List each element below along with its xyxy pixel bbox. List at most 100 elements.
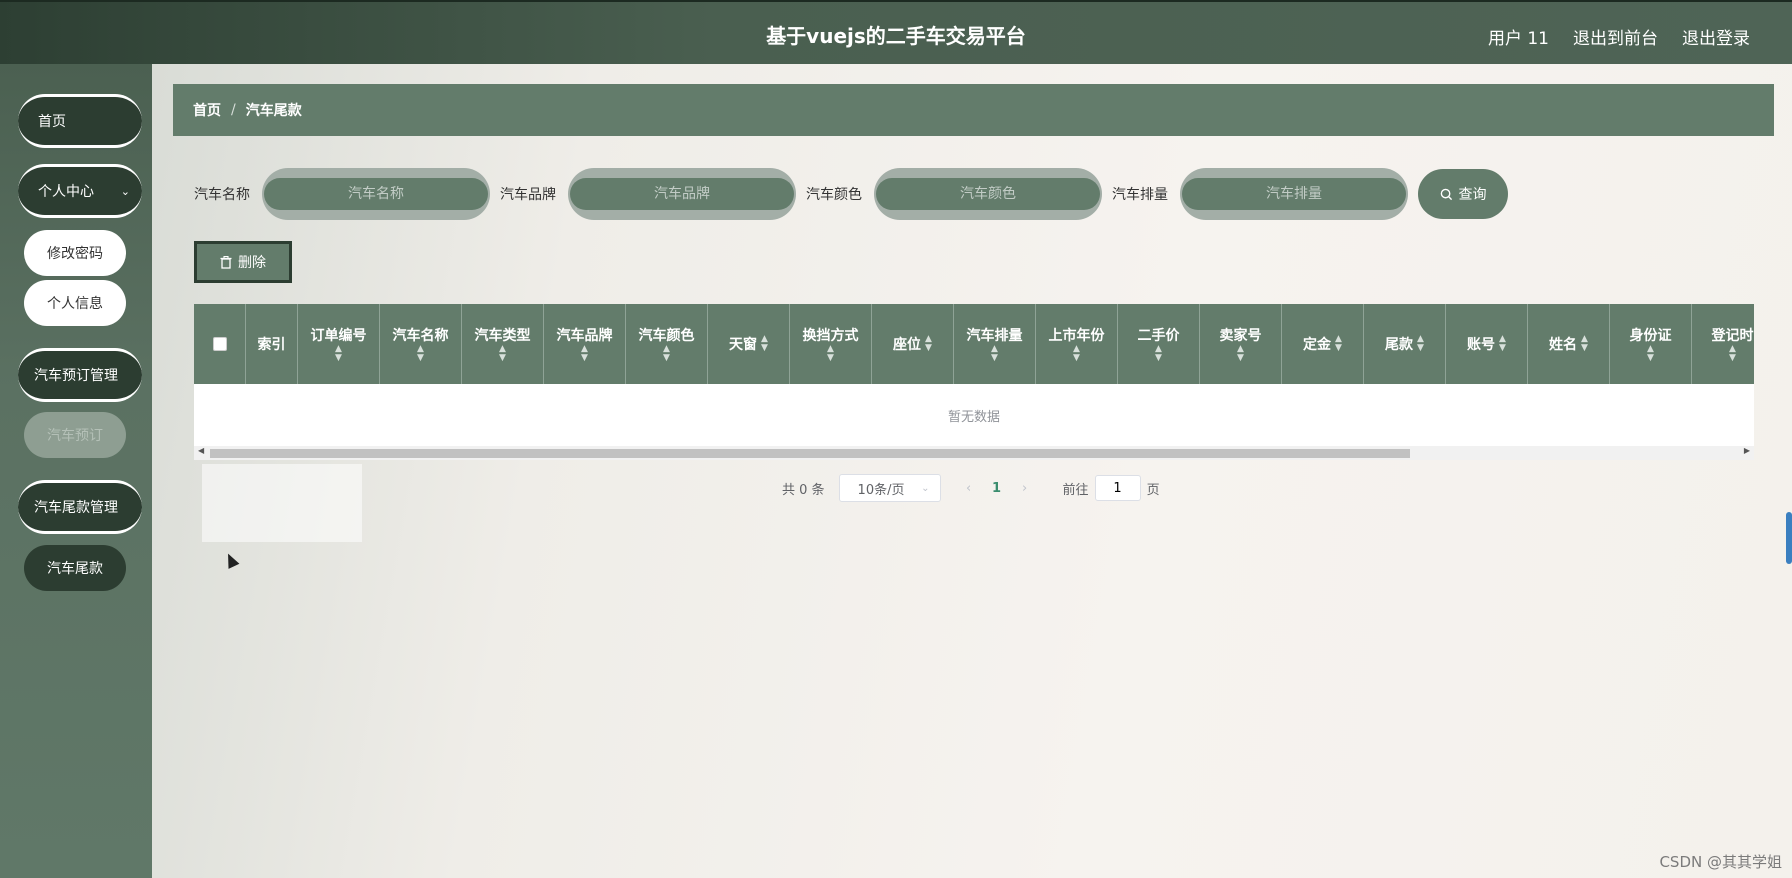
sidebar-item-label: 修改密码 [47,246,103,262]
column-header-label: 上市年份 [1048,328,1105,344]
column-header-label: 账号 [1467,337,1496,353]
exit-to-frontend-link[interactable]: 退出到前台 [1573,24,1658,49]
select-all-checkbox[interactable] [212,337,227,351]
col-final-payment[interactable]: 尾款 ▲ ▼ [1364,304,1446,384]
table-body: 暂无数据 [194,384,1754,446]
sidebar-item-personal[interactable]: 个人中心 ⌄ [18,164,142,218]
col-name[interactable]: 姓名 ▲ ▼ [1528,304,1610,384]
breadcrumb-separator: / [231,102,236,118]
col-car-type[interactable]: 汽车类型 ▲ ▼ [462,304,544,384]
col-transmission[interactable]: 换挡方式 ▲ ▼ [790,304,872,384]
background-decoration [202,464,362,542]
sidebar-item-label: 个人信息 [47,296,103,312]
column-header-label: 天窗 [729,337,758,353]
sidebar-item-booking-mgmt[interactable]: 汽车预订管理 [18,348,142,402]
sidebar-item-booking[interactable]: 汽车预订 [24,412,126,458]
top-header: 基于vuejs的二手车交易平台 用户 11 退出到前台 退出登录 [0,0,1792,64]
goto-page-input[interactable] [1094,475,1141,501]
vertical-scrollbar[interactable] [1786,512,1792,564]
sort-icon[interactable]: ▲ ▼ [499,345,506,363]
col-seats[interactable]: 座位 ▲ ▼ [872,304,954,384]
sidebar-item-final[interactable]: 汽车尾款 [24,545,126,591]
column-header-label: 汽车颜色 [638,328,695,344]
sort-icon[interactable]: ▲ ▼ [991,345,998,363]
sidebar-item-home[interactable]: 首页 [18,94,142,148]
column-header-label: 二手价 [1137,328,1180,344]
horizontal-scrollbar[interactable]: ◀ ▶ [194,446,1754,460]
col-id-card[interactable]: 身份证 ▲ ▼ [1610,304,1692,384]
col-car-brand[interactable]: 汽车品牌 ▲ ▼ [544,304,626,384]
col-used-price[interactable]: 二手价 ▲ ▼ [1118,304,1200,384]
sort-icon[interactable]: ▲ ▼ [925,335,932,353]
col-account[interactable]: 账号 ▲ ▼ [1446,304,1528,384]
sort-icon[interactable]: ▲ ▼ [1647,345,1654,363]
car-color-input-wrap [874,168,1102,220]
car-name-input-wrap [262,168,490,220]
delete-button[interactable]: 删除 [194,241,292,283]
sidebar: 首页 个人中心 ⌄ 修改密码 个人信息 汽车预订管理 汽车预订 汽车尾款管理 汽… [0,64,152,878]
sort-icon[interactable]: ▲ ▼ [827,345,834,363]
page-number[interactable]: 1 [983,474,1011,502]
col-car-color[interactable]: 汽车颜色 ▲ ▼ [626,304,708,384]
column-header-label: 身份证 [1629,328,1672,344]
column-header-label: 姓名 [1549,337,1578,353]
scroll-left-icon[interactable]: ◀ [198,446,204,455]
user-link[interactable]: 用户 11 [1488,24,1549,49]
page-size-select[interactable]: 10条/页 ⌄ [838,474,941,502]
col-deposit[interactable]: 定金 ▲ ▼ [1282,304,1364,384]
car-name-input[interactable] [264,178,488,210]
column-header-label: 汽车名称 [392,328,449,344]
car-displacement-input[interactable] [1182,178,1406,210]
sort-icon[interactable]: ▲ ▼ [1417,335,1424,353]
sort-icon[interactable]: ▲ ▼ [761,335,768,353]
delete-button-label: 删除 [238,255,266,271]
chevron-down-icon: ⌄ [120,184,130,198]
col-seller-no[interactable]: 卖家号 ▲ ▼ [1200,304,1282,384]
col-launch-year[interactable]: 上市年份 ▲ ▼ [1036,304,1118,384]
next-page-button[interactable]: › [1011,474,1039,502]
query-button[interactable]: 查询 [1418,169,1508,219]
column-header-label: 汽车类型 [474,328,531,344]
col-displacement[interactable]: 汽车排量 ▲ ▼ [954,304,1036,384]
table-header: 索引 订单编号 ▲ ▼ 汽车名称 ▲ ▼ 汽车类型 ▲ ▼ 汽车品牌 ▲ ▼ 汽车颜色 ▲ ▼ 天窗… [194,304,1754,384]
breadcrumb-home[interactable]: 首页 [193,100,221,120]
search-form: 汽车名称 汽车品牌 汽车颜色 汽车排量 查询 [194,168,1508,220]
car-color-input[interactable] [876,178,1100,210]
sidebar-item-final-mgmt[interactable]: 汽车尾款管理 [18,480,142,534]
car-displacement-label: 汽车排量 [1112,187,1168,203]
sort-icon[interactable]: ▲ ▼ [1155,345,1162,363]
sort-icon[interactable]: ▲ ▼ [1237,345,1244,363]
sort-icon[interactable]: ▲ ▼ [663,345,670,363]
sort-icon[interactable]: ▲ ▼ [1581,335,1588,353]
sidebar-item-personal-info[interactable]: 个人信息 [24,280,126,326]
chevron-right-icon: › [1021,480,1028,496]
car-brand-input-wrap [568,168,796,220]
col-sunroof[interactable]: 天窗 ▲ ▼ [708,304,790,384]
car-brand-input[interactable] [570,178,794,210]
empty-text: 暂无数据 [947,409,1000,425]
scrollbar-thumb[interactable] [210,449,1410,458]
scroll-right-icon[interactable]: ▶ [1744,446,1750,455]
column-header-label: 登记时 [1711,328,1754,344]
col-car-name[interactable]: 汽车名称 ▲ ▼ [380,304,462,384]
breadcrumb: 首页 / 汽车尾款 [173,84,1774,136]
col-register-time[interactable]: 登记时 ▲ ▼ [1692,304,1754,384]
sort-icon[interactable]: ▲ ▼ [1729,345,1736,363]
sidebar-item-change-password[interactable]: 修改密码 [24,230,126,276]
query-button-label: 查询 [1458,187,1487,203]
prev-page-button[interactable]: ‹ [955,474,983,502]
column-header-label: 卖家号 [1219,328,1262,344]
sort-icon[interactable]: ▲ ▼ [1073,345,1080,363]
sort-icon[interactable]: ▲ ▼ [1499,335,1506,353]
sort-icon[interactable]: ▲ ▼ [1335,335,1342,353]
logout-link[interactable]: 退出登录 [1682,24,1750,49]
sort-icon[interactable]: ▲ ▼ [581,345,588,363]
column-header-label: 汽车品牌 [556,328,613,344]
sidebar-item-label: 汽车预订 [47,428,103,444]
select-all-cell [194,304,246,384]
sidebar-item-label: 个人中心 [38,184,94,200]
car-name-label: 汽车名称 [194,187,250,203]
sort-icon[interactable]: ▲ ▼ [335,345,342,363]
col-order-no[interactable]: 订单编号 ▲ ▼ [298,304,380,384]
sort-icon[interactable]: ▲ ▼ [417,345,424,363]
